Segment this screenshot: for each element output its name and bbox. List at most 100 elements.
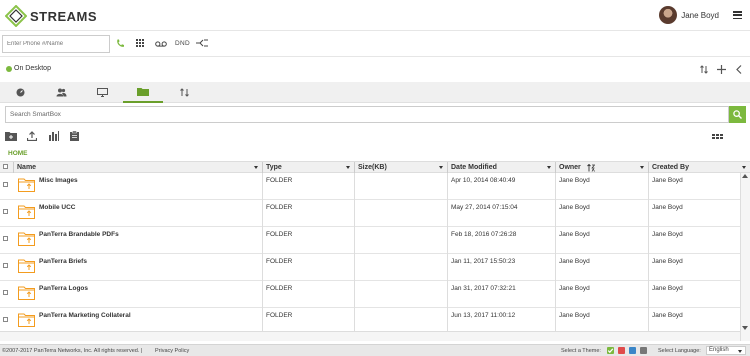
caret-down-icon[interactable] (439, 166, 443, 169)
theme-swatch-blue[interactable] (629, 347, 636, 354)
folder-shared-icon (18, 232, 35, 246)
caret-down-icon[interactable] (640, 166, 644, 169)
caret-down-icon[interactable] (742, 166, 746, 169)
file-type: FOLDER (263, 254, 355, 281)
new-folder-icon[interactable] (5, 131, 17, 141)
column-date-label: Date Modified (451, 164, 497, 171)
user-name: Jane Boyd (681, 10, 719, 20)
row-checkbox[interactable] (3, 290, 8, 295)
language-label: Select Language: (658, 348, 701, 354)
theme-swatch-red[interactable] (618, 347, 625, 354)
folder-shared-icon (18, 205, 35, 219)
file-created-by: Jane Boyd (652, 204, 683, 211)
row-checkbox[interactable] (3, 182, 8, 187)
add-icon[interactable] (717, 65, 726, 74)
dnd-button[interactable]: DND (175, 40, 190, 47)
search-button[interactable] (729, 106, 746, 123)
top-bar: STREAMS Jane Boyd (0, 0, 750, 31)
vertical-scrollbar[interactable] (740, 173, 750, 341)
file-type: FOLDER (263, 281, 355, 308)
theme-swatch-green[interactable] (607, 347, 614, 354)
theme-swatch-gray[interactable] (640, 347, 647, 354)
breadcrumb[interactable]: HOME (8, 150, 28, 157)
column-type-label: Type (266, 164, 282, 171)
row-checkbox[interactable] (3, 317, 8, 322)
tab-transfers[interactable] (164, 82, 204, 103)
scroll-down-icon[interactable] (742, 326, 748, 330)
dialpad-icon[interactable] (136, 39, 144, 47)
tab-smartbox[interactable] (123, 82, 163, 103)
table-row[interactable]: PanTerra Logos FOLDER Jan 31, 2017 07:32… (0, 281, 740, 308)
column-header-size[interactable]: Size(KB) (355, 162, 448, 173)
file-created-by: Jane Boyd (652, 285, 683, 292)
file-name[interactable]: PanTerra Brandable PDFs (36, 227, 263, 254)
table-header: Name Type Size(KB) Date Modified Owner C… (0, 161, 750, 173)
voicemail-icon[interactable] (155, 41, 167, 47)
row-checkbox[interactable] (3, 263, 8, 268)
sort-az-icon[interactable] (587, 164, 595, 172)
tab-contacts[interactable] (41, 82, 81, 103)
column-name-label: Name (17, 164, 37, 171)
caret-down-icon[interactable] (346, 166, 350, 169)
file-name[interactable]: PanTerra Logos (36, 281, 263, 308)
file-size (355, 173, 448, 200)
file-created-by: Jane Boyd (652, 258, 683, 265)
upload-icon[interactable] (27, 131, 37, 141)
presence-status[interactable]: On Desktop (14, 65, 51, 72)
file-name[interactable]: Misc Images (36, 173, 263, 200)
table-row[interactable]: PanTerra Briefs FOLDER Jan 11, 2017 15:5… (0, 254, 740, 281)
collapse-chevron-icon[interactable] (736, 65, 742, 74)
select-all-checkbox[interactable] (3, 164, 8, 169)
file-date-modified: Jan 31, 2017 07:32:21 (448, 281, 556, 308)
streams-logo[interactable]: STREAMS (5, 5, 97, 27)
phone-input[interactable] (2, 35, 110, 53)
smartbox-search-input[interactable] (5, 106, 729, 123)
statistics-icon[interactable] (49, 131, 59, 141)
user-menu[interactable]: Jane Boyd (659, 6, 742, 24)
file-table-body: Misc Images FOLDER Apr 10, 2014 08:40:49… (0, 173, 740, 341)
phone-call-icon[interactable] (116, 39, 124, 48)
column-header-created-by[interactable]: Created By (649, 162, 750, 173)
table-row[interactable]: Mobile UCC FOLDER May 27, 2014 07:15:04 … (0, 200, 740, 227)
column-header-date-modified[interactable]: Date Modified (448, 162, 556, 173)
row-checkbox[interactable] (3, 236, 8, 241)
tab-screen-share[interactable] (82, 82, 122, 103)
file-created-by: Jane Boyd (652, 177, 683, 184)
table-row[interactable]: PanTerra Brandable PDFs FOLDER Feb 18, 2… (0, 227, 740, 254)
hamburger-menu-icon[interactable] (733, 11, 742, 19)
row-checkbox[interactable] (3, 209, 8, 214)
chevron-down-icon (738, 350, 742, 353)
file-name[interactable]: PanTerra Briefs (36, 254, 263, 281)
file-owner: Jane Boyd (556, 173, 649, 200)
check-icon (607, 348, 614, 354)
footer: ©2007-2017 PanTerra Networks, Inc. All r… (0, 344, 750, 356)
column-header-name[interactable]: Name (14, 162, 263, 173)
folder-shared-icon (18, 178, 35, 192)
folder-shared-icon (18, 286, 35, 300)
file-name[interactable]: Mobile UCC (36, 200, 263, 227)
file-size (355, 200, 448, 227)
file-date-modified: May 27, 2014 07:15:04 (448, 200, 556, 227)
caret-down-icon[interactable] (547, 166, 551, 169)
tab-dashboard[interactable] (0, 82, 40, 103)
column-header-owner[interactable]: Owner (556, 162, 649, 173)
monitor-icon (96, 88, 108, 97)
horizontal-scrollbar[interactable] (0, 331, 740, 341)
dashboard-icon (16, 88, 24, 97)
clipboard-icon[interactable] (70, 131, 79, 141)
contacts-icon (56, 88, 66, 97)
phone-bar: DND (0, 31, 750, 57)
sort-arrows-icon[interactable] (700, 65, 708, 74)
column-header-type[interactable]: Type (263, 162, 355, 173)
file-date-modified: Apr 10, 2014 08:40:49 (448, 173, 556, 200)
call-forward-icon[interactable] (196, 39, 208, 47)
caret-down-icon[interactable] (254, 166, 258, 169)
file-owner: Jane Boyd (556, 200, 649, 227)
table-row[interactable]: Misc Images FOLDER Apr 10, 2014 08:40:49… (0, 173, 740, 200)
avatar[interactable] (659, 6, 678, 24)
grid-view-icon[interactable] (712, 134, 723, 139)
file-size (355, 281, 448, 308)
language-select[interactable]: English (706, 346, 746, 355)
privacy-policy-link[interactable]: Privacy Policy (155, 348, 189, 354)
scroll-up-icon[interactable] (742, 174, 748, 178)
